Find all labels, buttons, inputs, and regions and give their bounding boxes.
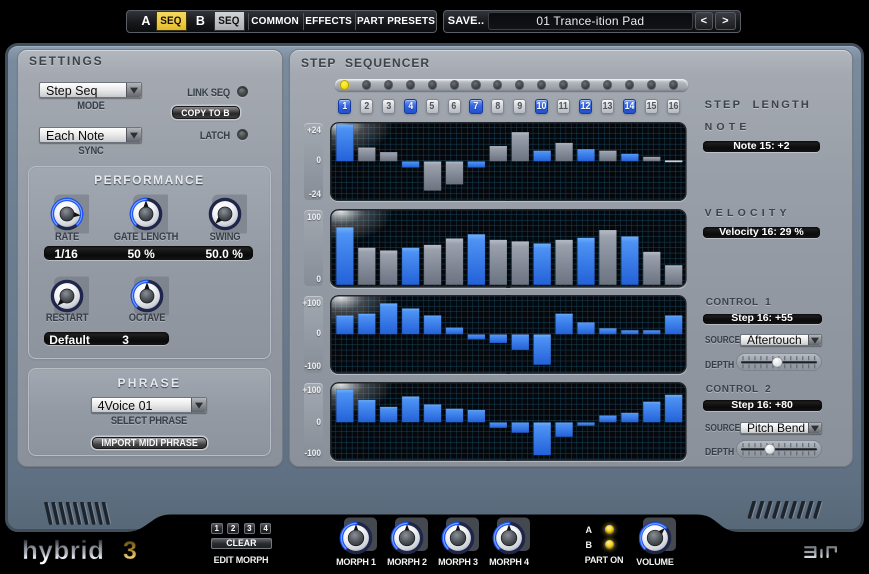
svg-text:hybrid: hybrid — [22, 535, 104, 565]
svg-text:3: 3 — [123, 537, 137, 565]
